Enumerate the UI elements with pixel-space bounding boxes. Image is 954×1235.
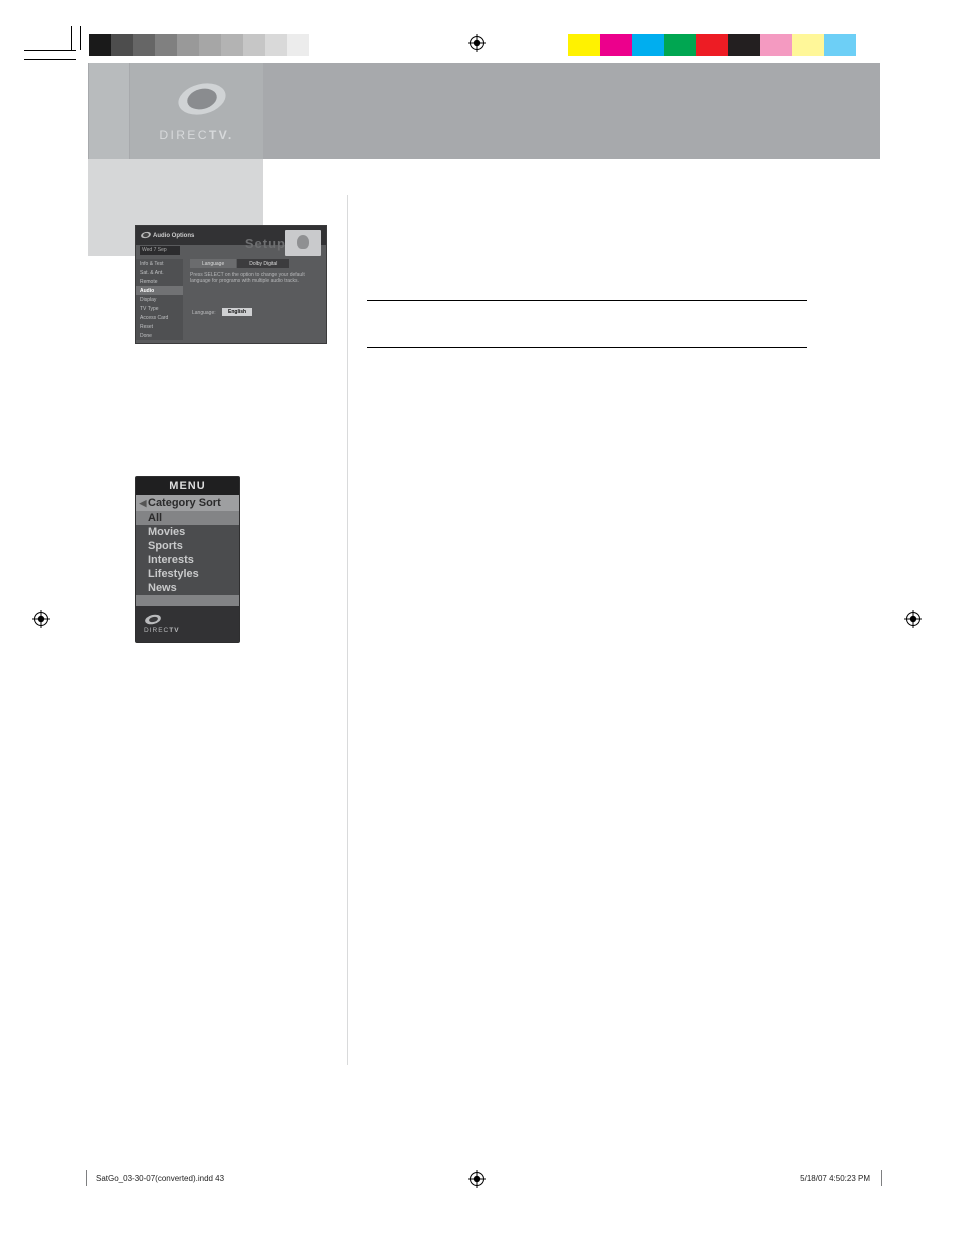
section-rule	[367, 300, 807, 301]
cswatch	[696, 34, 728, 56]
cswatch	[632, 34, 664, 56]
brand-logo-text-a: DIREC	[159, 128, 208, 142]
audio-shot-setup-label: Setup	[245, 236, 286, 251]
swatch	[265, 34, 287, 56]
menu-item: News	[136, 581, 239, 595]
crop-mark	[71, 26, 72, 50]
registration-mark-icon	[904, 610, 922, 628]
cswatch	[728, 34, 760, 56]
swatch	[177, 34, 199, 56]
menu-items: AllMoviesSportsInterestsLifestylesNews	[136, 511, 239, 595]
cswatch	[568, 34, 600, 56]
footer-filename: SatGo_03-30-07(converted).indd 43	[96, 1174, 224, 1183]
menu-footer-brand: DIRECTV	[144, 627, 180, 634]
crop-mark	[24, 59, 76, 60]
cswatch	[600, 34, 632, 56]
registration-mark-icon	[32, 610, 50, 628]
swatch	[89, 34, 111, 56]
audio-shot-hint: Press SELECT on the option to change you…	[190, 272, 320, 285]
audio-side-item: Display	[136, 295, 183, 304]
document-page: DIRECTV. Audio Options Setup Wed 7 Sep I…	[0, 0, 954, 1235]
audio-shot-tabs: LanguageDolby Digital	[190, 259, 289, 268]
registration-mark-icon	[468, 34, 486, 52]
audio-shot-side-list: Info & TestSat. & Ant.RemoteAudioDisplay…	[136, 259, 183, 340]
menu-item: Movies	[136, 525, 239, 539]
audio-shot-date: Wed 7 Sep	[140, 246, 180, 255]
menu-selector-row: ◀ Category Sort	[136, 495, 239, 511]
swoosh-icon	[144, 615, 160, 626]
footer-rule-left	[86, 1170, 92, 1186]
crop-mark	[24, 50, 76, 51]
header-accent	[89, 63, 129, 159]
brand-logo-text: DIRECTV.	[159, 128, 233, 142]
audio-side-item: Reset	[136, 322, 183, 331]
crop-mark	[80, 26, 81, 50]
audio-shot-title: Audio Options	[153, 233, 194, 239]
audio-shot-lang-value: English	[222, 308, 252, 316]
swatch	[221, 34, 243, 56]
audio-side-item: Audio	[136, 286, 183, 295]
swoosh-icon	[140, 232, 150, 240]
menu-selector-label: Category Sort	[148, 497, 221, 509]
grayscale-calibration-strip	[89, 34, 331, 56]
spacer	[135, 344, 345, 476]
swatch	[133, 34, 155, 56]
swatch	[243, 34, 265, 56]
menu-item: Sports	[136, 539, 239, 553]
audio-side-item: Done	[136, 331, 183, 340]
swoosh-icon	[172, 80, 222, 122]
audio-tab: Language	[190, 259, 236, 268]
column-divider	[347, 195, 348, 1065]
cswatch	[824, 34, 856, 56]
sidebar-column: Audio Options Setup Wed 7 Sep Info & Tes…	[135, 225, 345, 643]
audio-side-item: Remote	[136, 277, 183, 286]
menu-item: Lifestyles	[136, 567, 239, 581]
triangle-left-icon: ◀	[138, 498, 148, 509]
section-rule	[367, 347, 807, 348]
swatch	[199, 34, 221, 56]
audio-side-item: Sat. & Ant.	[136, 268, 183, 277]
brand-logo-text-b: TV.	[209, 128, 234, 142]
swatch	[155, 34, 177, 56]
menu-header: MENU	[136, 477, 239, 495]
menu-item: Interests	[136, 553, 239, 567]
cswatch	[664, 34, 696, 56]
swatch	[287, 34, 309, 56]
audio-shot-lang-label: Language:	[192, 310, 216, 316]
cswatch	[760, 34, 792, 56]
audio-tab: Dolby Digital	[237, 259, 289, 268]
audio-shot-thumbnail	[285, 230, 321, 256]
swatch	[309, 34, 331, 56]
audio-options-screenshot: Audio Options Setup Wed 7 Sep Info & Tes…	[135, 225, 327, 344]
audio-side-item: Info & Test	[136, 259, 183, 268]
audio-side-item: Access Card	[136, 313, 183, 322]
cswatch	[792, 34, 824, 56]
menu-item: All	[136, 511, 239, 525]
audio-side-item: TV Type	[136, 304, 183, 313]
swatch	[111, 34, 133, 56]
registration-mark-icon	[468, 1170, 486, 1188]
menu-blank-row	[136, 595, 239, 606]
menu-footer: DIRECTV	[136, 606, 239, 642]
footer-rule-right	[876, 1170, 882, 1186]
menu-screenshot: MENU ◀ Category Sort AllMoviesSportsInte…	[135, 476, 240, 643]
brand-logo: DIRECTV.	[130, 63, 263, 159]
footer-timestamp: 5/18/07 4:50:23 PM	[800, 1174, 870, 1183]
color-calibration-strip	[568, 34, 856, 56]
